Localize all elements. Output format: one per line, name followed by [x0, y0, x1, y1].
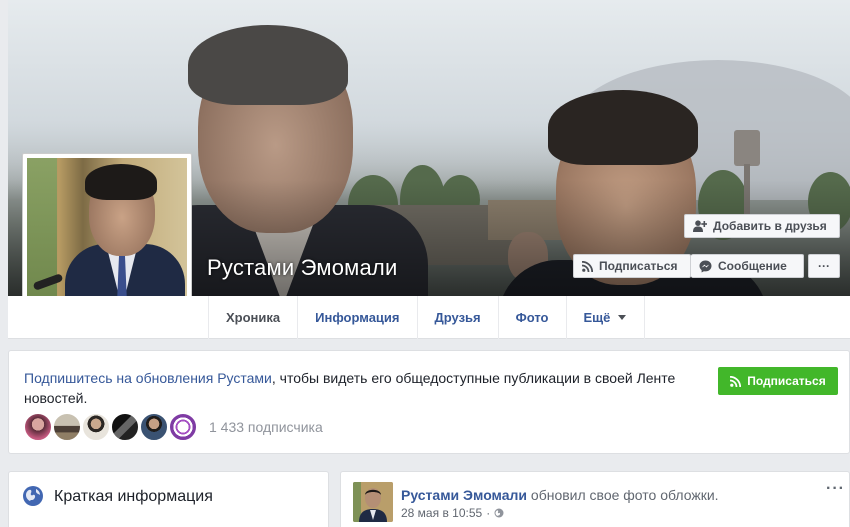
- profile-name[interactable]: Рустами Эмомали: [207, 255, 397, 281]
- subscribe-panel: Подпишитесь на обновления Рустами, чтобы…: [8, 350, 850, 454]
- page-left-margin: [0, 0, 8, 527]
- tab-label: Фото: [515, 310, 549, 325]
- profile-picture-image: [27, 158, 187, 318]
- add-friend-label: Добавить в друзья: [713, 219, 827, 233]
- follower-facepile: 1 433 подписчика: [23, 412, 323, 442]
- more-options-button[interactable]: ···: [808, 254, 840, 278]
- ellipsis-icon: ···: [818, 259, 830, 273]
- public-globe-icon[interactable]: [494, 508, 504, 518]
- rss-icon: [582, 260, 593, 272]
- follower-avatar[interactable]: [81, 412, 111, 442]
- rss-icon: [730, 375, 742, 387]
- globe-icon: [23, 486, 43, 506]
- subscribe-button[interactable]: Подписаться: [573, 254, 691, 278]
- tab-about[interactable]: Информация: [297, 296, 416, 339]
- add-friend-button[interactable]: Добавить в друзья: [684, 214, 840, 238]
- follower-avatar[interactable]: [23, 412, 53, 442]
- intro-title: Краткая информация: [54, 488, 213, 505]
- tab-photos[interactable]: Фото: [497, 296, 566, 339]
- tab-more[interactable]: Ещё: [565, 296, 646, 339]
- intro-panel: Краткая информация: [8, 471, 329, 527]
- add-friend-icon: [693, 220, 707, 232]
- messenger-icon: [699, 260, 712, 272]
- message-label: Сообщение: [718, 259, 787, 273]
- tab-label: Информация: [315, 310, 400, 325]
- post-author-avatar[interactable]: [353, 482, 393, 522]
- follower-avatar[interactable]: [52, 412, 82, 442]
- subscribe-prompt: Подпишитесь на обновления Рустами, чтобы…: [24, 368, 694, 408]
- post-options-icon[interactable]: ···: [826, 480, 845, 498]
- tab-label: Хроника: [226, 310, 281, 325]
- post-meta: 28 мая в 10:55 ·: [401, 506, 504, 520]
- cover-water-tower: [734, 130, 760, 224]
- follower-avatar[interactable]: [139, 412, 169, 442]
- message-button[interactable]: Сообщение: [691, 254, 804, 278]
- meta-separator: ·: [486, 506, 491, 520]
- subscribe-green-label: Подписаться: [747, 374, 826, 388]
- tab-label: Ещё: [583, 310, 611, 325]
- follower-avatar[interactable]: [168, 412, 198, 442]
- tab-timeline[interactable]: Хроника: [208, 296, 297, 339]
- post-timestamp[interactable]: 28 мая в 10:55: [401, 506, 482, 520]
- caret-down-icon: [618, 315, 627, 320]
- post-headline: Рустами Эмомали обновил свое фото обложк…: [401, 487, 719, 503]
- tab-friends[interactable]: Друзья: [416, 296, 498, 339]
- subscribe-label: Подписаться: [599, 259, 678, 273]
- post-author-link[interactable]: Рустами Эмомали: [401, 487, 527, 503]
- follower-count[interactable]: 1 433 подписчика: [209, 419, 323, 435]
- post-card: Рустами Эмомали обновил свое фото обложк…: [340, 471, 850, 527]
- subscribe-green-button[interactable]: Подписаться: [718, 367, 838, 395]
- profile-nav: Хроника Информация Друзья Фото Ещё: [8, 296, 850, 339]
- post-action-text: обновил свое фото обложки.: [530, 487, 719, 503]
- follower-avatar[interactable]: [110, 412, 140, 442]
- tab-label: Друзья: [434, 310, 481, 325]
- subscribe-link[interactable]: Подпишитесь на обновления Рустами: [24, 370, 272, 386]
